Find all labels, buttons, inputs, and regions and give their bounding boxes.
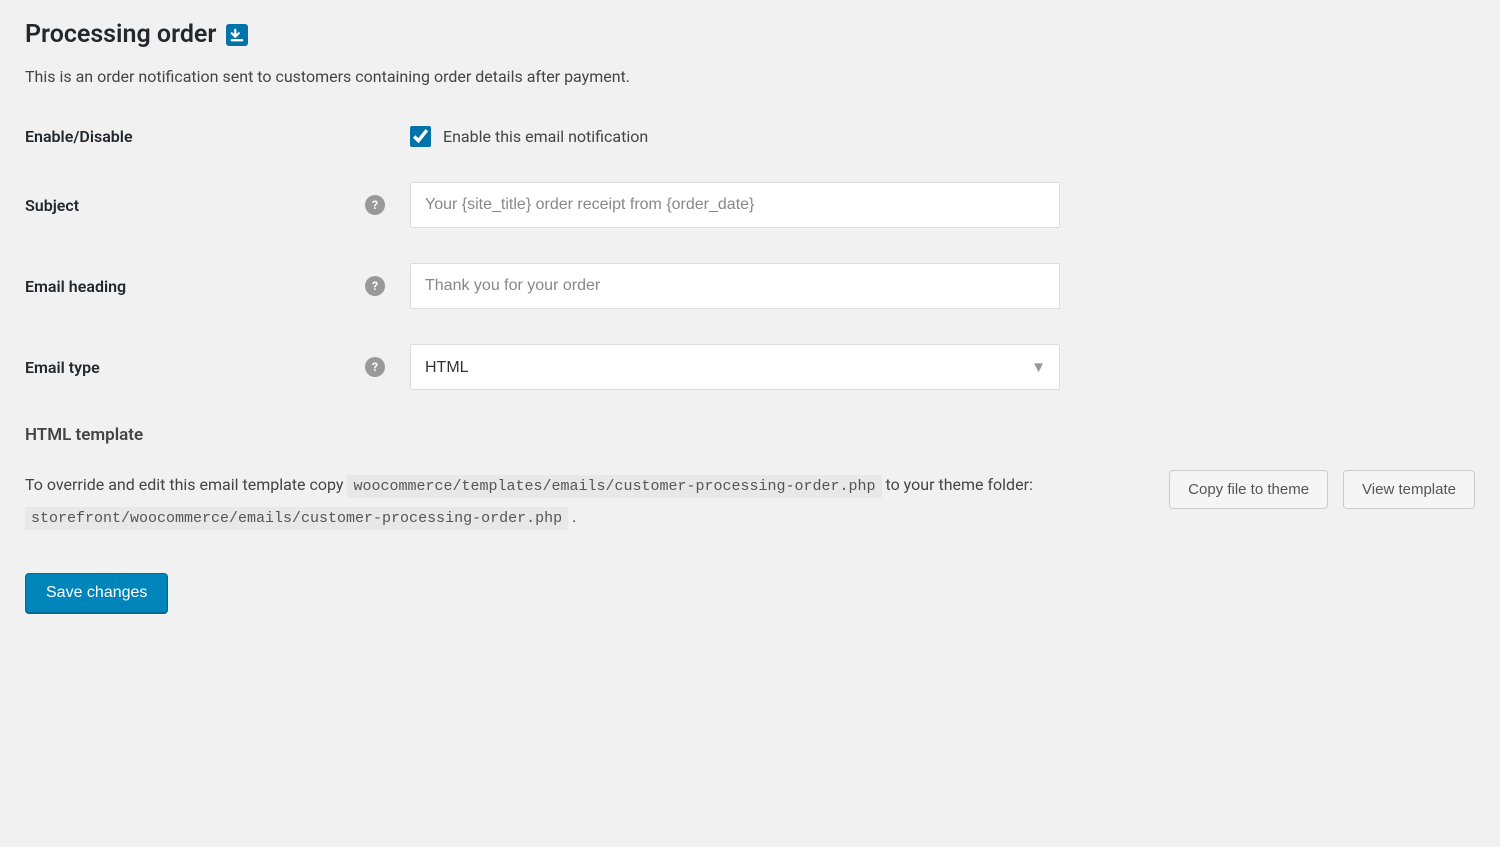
email-type-select[interactable]: HTML: [410, 344, 1060, 390]
template-description: To override and edit this email template…: [25, 470, 1149, 533]
template-dest-path: storefront/woocommerce/emails/customer-p…: [25, 507, 568, 530]
copy-file-to-theme-button[interactable]: Copy file to theme: [1169, 470, 1328, 509]
help-icon[interactable]: ?: [365, 276, 385, 296]
html-template-heading: HTML template: [25, 425, 1475, 445]
email-type-label: Email type: [25, 358, 365, 377]
subject-input[interactable]: [410, 182, 1060, 228]
template-source-path: woocommerce/templates/emails/customer-pr…: [347, 475, 881, 498]
help-icon[interactable]: ?: [365, 195, 385, 215]
page-description: This is an order notification sent to cu…: [25, 67, 1475, 86]
email-heading-label: Email heading: [25, 277, 365, 296]
save-changes-button[interactable]: Save changes: [25, 573, 168, 613]
enable-checkbox[interactable]: [410, 126, 431, 147]
enable-checkbox-label: Enable this email notification: [443, 127, 648, 146]
email-heading-input[interactable]: [410, 263, 1060, 309]
enable-disable-label: Enable/Disable: [25, 127, 365, 146]
view-template-button[interactable]: View template: [1343, 470, 1475, 509]
back-icon[interactable]: [226, 24, 248, 46]
help-icon[interactable]: ?: [365, 357, 385, 377]
subject-label: Subject: [25, 196, 365, 215]
page-title: Processing order: [25, 20, 216, 49]
